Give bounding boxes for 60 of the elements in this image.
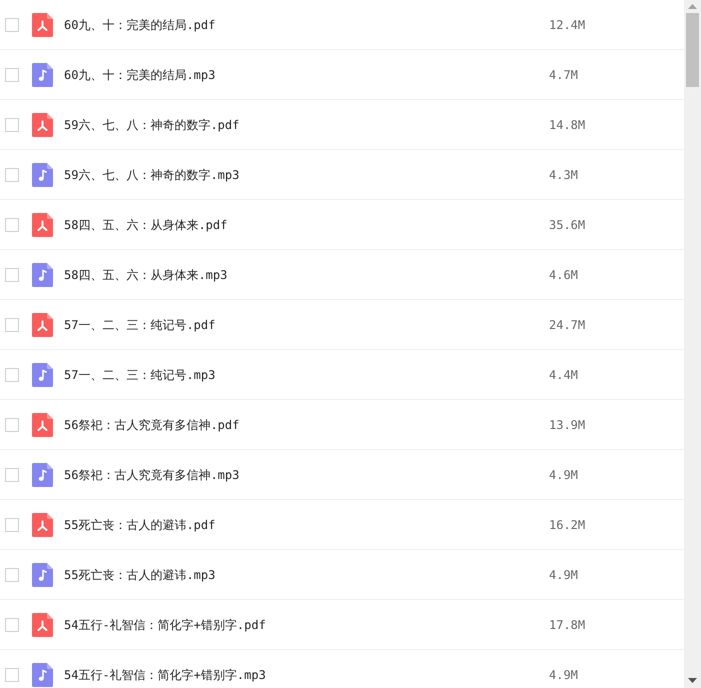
checkbox[interactable]: [5, 518, 19, 532]
file-size: 35.6M: [549, 216, 586, 234]
file-name[interactable]: 59六、七、八：神奇的数字.pdf: [64, 116, 549, 134]
scroll-down-arrow-icon[interactable]: [688, 678, 697, 683]
file-name[interactable]: 58四、五、六：从身体来.mp3: [64, 266, 549, 284]
file-name[interactable]: 58四、五、六：从身体来.pdf: [64, 216, 549, 234]
file-name[interactable]: 60九、十：完美的结局.pdf: [64, 16, 549, 34]
file-name[interactable]: 57一、二、三：纯记号.mp3: [64, 366, 549, 384]
file-size: 14.8M: [549, 116, 586, 134]
file-name[interactable]: 54五行-礼智信：简化字+错别字.mp3: [64, 666, 549, 684]
file-size: 4.7M: [549, 66, 578, 84]
checkbox[interactable]: [5, 318, 19, 332]
file-name[interactable]: 56祭祀：古人究竟有多信神.mp3: [64, 466, 549, 484]
file-name[interactable]: 56祭祀：古人究竟有多信神.pdf: [64, 416, 549, 434]
checkbox[interactable]: [5, 218, 19, 232]
scrollbar-track[interactable]: [684, 0, 701, 688]
file-size: 13.9M: [549, 416, 586, 434]
music-file-icon: [32, 662, 53, 686]
file-size: 4.9M: [549, 666, 578, 684]
file-size: 4.6M: [549, 266, 578, 284]
file-size: 24.7M: [549, 316, 586, 334]
file-name[interactable]: 54五行-礼智信：简化字+错别字.pdf: [64, 616, 549, 634]
file-name[interactable]: 55死亡丧：古人的避讳.mp3: [64, 566, 549, 584]
scroll-up-arrow-icon[interactable]: [688, 4, 697, 9]
checkbox[interactable]: [5, 568, 19, 582]
checkbox[interactable]: [5, 668, 19, 682]
file-name[interactable]: 55死亡丧：古人的避讳.pdf: [64, 516, 549, 534]
file-size: 4.9M: [549, 466, 578, 484]
checkbox[interactable]: [5, 18, 19, 32]
pdf-file-icon: [32, 212, 53, 236]
file-size: 4.9M: [549, 566, 578, 584]
checkbox[interactable]: [5, 418, 19, 432]
pdf-file-icon: [32, 512, 53, 536]
music-file-icon: [32, 562, 53, 586]
file-size: 17.8M: [549, 616, 586, 634]
checkbox[interactable]: [5, 268, 19, 282]
music-file-icon: [32, 62, 53, 86]
file-name[interactable]: 57一、二、三：纯记号.pdf: [64, 316, 549, 334]
pdf-file-icon: [32, 612, 53, 636]
music-file-icon: [32, 362, 53, 386]
file-name[interactable]: 60九、十：完美的结局.mp3: [64, 66, 549, 84]
pdf-file-icon: [32, 412, 53, 436]
checkbox[interactable]: [5, 618, 19, 632]
pdf-file-icon: [32, 312, 53, 336]
checkbox[interactable]: [5, 468, 19, 482]
music-file-icon: [32, 162, 53, 186]
checkbox[interactable]: [5, 368, 19, 382]
scrollbar-thumb[interactable]: [686, 13, 699, 87]
checkbox[interactable]: [5, 118, 19, 132]
checkbox[interactable]: [5, 168, 19, 182]
file-size: 4.4M: [549, 366, 578, 384]
music-file-icon: [32, 462, 53, 486]
pdf-file-icon: [32, 112, 53, 136]
file-size: 4.3M: [549, 166, 578, 184]
checkbox[interactable]: [5, 68, 19, 82]
music-file-icon: [32, 262, 53, 286]
file-size: 16.2M: [549, 516, 586, 534]
pdf-file-icon: [32, 12, 53, 36]
file-size: 12.4M: [549, 16, 586, 34]
file-name[interactable]: 59六、七、八：神奇的数字.mp3: [64, 166, 549, 184]
